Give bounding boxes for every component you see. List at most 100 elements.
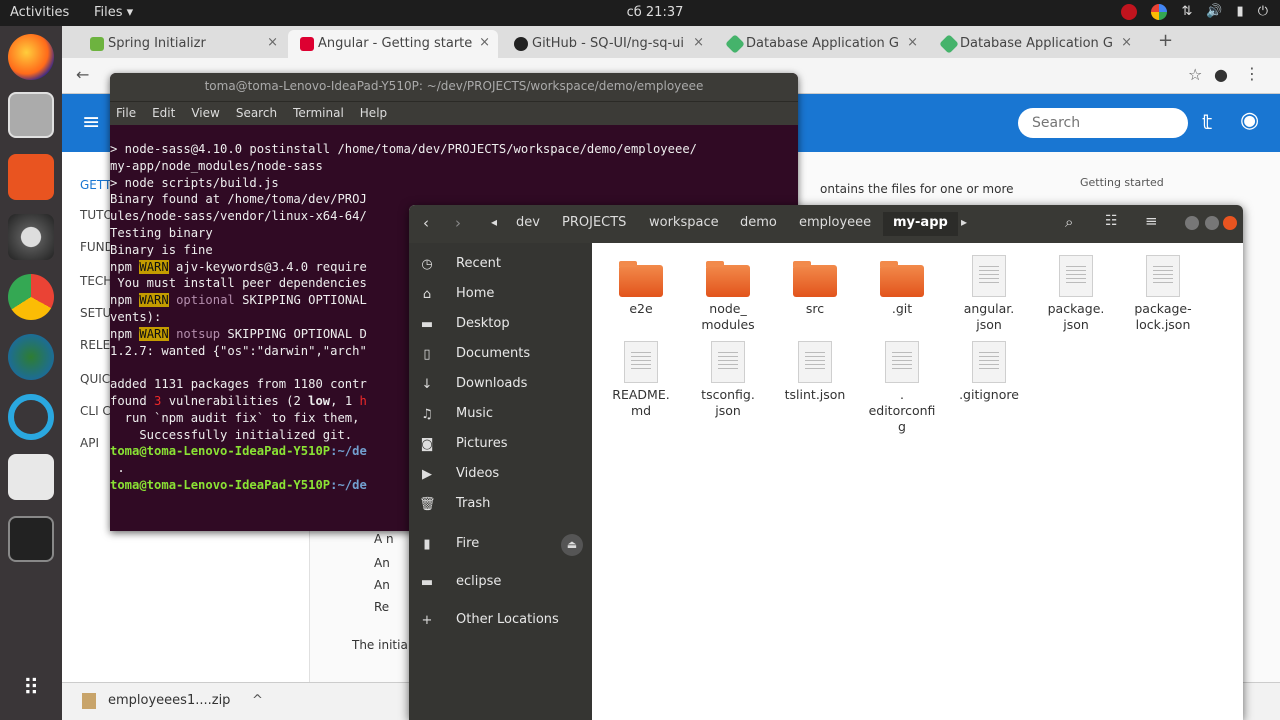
terminal-title[interactable]: toma@toma-Lenovo-IdeaPad-Y510P: ~/dev/PR…	[110, 73, 798, 101]
app-menu[interactable]: Files ▾	[94, 5, 133, 20]
sidenav-item[interactable]: GETT	[80, 178, 111, 192]
site-search-input[interactable]	[1018, 108, 1188, 138]
tab-spring[interactable]: Spring Initializr ×	[78, 30, 286, 58]
download-filename[interactable]: employeees1....zip	[108, 693, 230, 708]
search-icon[interactable]: ⌕	[1065, 213, 1073, 231]
breadcrumb-item[interactable]: employeee	[799, 212, 871, 236]
activities-button[interactable]: Activities	[10, 5, 69, 20]
sidenav-item[interactable]: TECH	[80, 274, 112, 288]
sidenav-item[interactable]: CLI C	[80, 404, 111, 418]
account-icon[interactable]: ●	[1214, 65, 1228, 84]
file-item[interactable]: . editorconfi g	[857, 341, 947, 435]
place-trash[interactable]: 🗑 Trash	[409, 491, 592, 519]
file-item[interactable]: package. json	[1031, 255, 1121, 333]
file-item[interactable]: .git	[857, 261, 947, 317]
menu-terminal[interactable]: Terminal	[293, 106, 344, 121]
close-icon[interactable]	[1223, 216, 1237, 230]
place-fire[interactable]: ▮ Fire ⏏	[409, 531, 592, 559]
npm-label: npm	[110, 326, 133, 341]
file-item[interactable]: .gitignore	[944, 341, 1034, 403]
file-item[interactable]: angular. json	[944, 255, 1034, 333]
hamburger-icon[interactable]: ≡	[82, 110, 100, 135]
file-item[interactable]: src	[770, 261, 860, 317]
view-toggle-icon[interactable]: ☷	[1105, 213, 1118, 229]
file-item[interactable]: node_ modules	[683, 261, 773, 333]
battery-icon[interactable]: ▮	[1237, 4, 1244, 20]
breadcrumb-item[interactable]: dev	[516, 212, 540, 236]
breadcrumb-current[interactable]: my-app	[883, 212, 958, 236]
github-icon[interactable]: ◉	[1240, 108, 1259, 133]
chrome-tray-icon[interactable]	[1151, 4, 1168, 20]
tab-github[interactable]: GitHub - SQ-UI/ng-sq-ui ×	[502, 30, 712, 58]
tab-database-2[interactable]: Database Application G ×	[930, 30, 1140, 58]
file-item[interactable]: tslint.json	[770, 341, 860, 403]
eject-icon[interactable]: ⏏	[561, 534, 583, 556]
sidenav-item[interactable]: RELE	[80, 338, 110, 352]
menu-view[interactable]: View	[191, 106, 219, 121]
maximize-icon[interactable]	[1205, 216, 1219, 230]
minimize-icon[interactable]	[1185, 216, 1199, 230]
bookmark-star-icon[interactable]: ☆	[1188, 65, 1202, 84]
place-music[interactable]: ♫ Music	[409, 401, 592, 429]
menu-help[interactable]: Help	[360, 106, 387, 121]
sidenav-item[interactable]: TUTO	[80, 208, 113, 222]
clock[interactable]: сб 21:37	[620, 5, 690, 20]
eclipse-icon[interactable]	[8, 394, 54, 440]
menu-file[interactable]: File	[116, 106, 136, 121]
download-caret[interactable]: ^	[252, 693, 263, 708]
menu-icon[interactable]: ≡	[1145, 212, 1158, 230]
files-icon[interactable]	[8, 92, 54, 138]
breadcrumb-item[interactable]: demo	[740, 212, 777, 236]
software-center-icon[interactable]	[8, 154, 54, 200]
close-icon[interactable]: ×	[1121, 35, 1132, 50]
scroll-right-icon[interactable]: ▸	[961, 215, 967, 229]
sidenav-item[interactable]: QUIC	[80, 372, 110, 386]
tab-database-1[interactable]: Database Application G ×	[716, 30, 926, 58]
menu-search[interactable]: Search	[236, 106, 277, 121]
file-item[interactable]: package- lock.json	[1118, 255, 1208, 333]
settings-icon[interactable]	[8, 214, 54, 260]
file-item[interactable]: README. md	[596, 341, 686, 419]
chrome-icon[interactable]	[8, 274, 54, 320]
sidenav-item[interactable]: FUND	[80, 240, 114, 254]
document-icon[interactable]	[8, 454, 54, 500]
twitter-icon[interactable]: 𝕥	[1202, 110, 1212, 134]
sidenav-item[interactable]: API	[80, 436, 99, 450]
close-icon[interactable]: ×	[267, 35, 278, 50]
place-recent[interactable]: ◷ Recent	[409, 251, 592, 279]
place-pictures[interactable]: ◙ Pictures	[409, 431, 592, 459]
new-tab-button[interactable]: +	[1158, 30, 1173, 51]
close-icon[interactable]: ×	[693, 35, 704, 50]
place-other-locations[interactable]: + Other Locations	[409, 607, 592, 635]
breadcrumb-item[interactable]: workspace	[649, 212, 719, 236]
power-icon[interactable]: ⏻	[1258, 4, 1268, 20]
place-videos[interactable]: ▶ Videos	[409, 461, 592, 489]
volume-icon[interactable]: 🔊	[1206, 4, 1222, 20]
system-tray[interactable]: ⇅ 🔊 ▮ ⏻	[1121, 4, 1268, 20]
forward-icon[interactable]: ›	[455, 214, 461, 232]
file-item[interactable]: e2e	[596, 261, 686, 317]
record-icon[interactable]	[1121, 4, 1138, 20]
back-icon[interactable]: ‹	[423, 214, 429, 232]
place-downloads[interactable]: ↓ Downloads	[409, 371, 592, 399]
place-desktop[interactable]: ▬ Desktop	[409, 311, 592, 339]
tab-angular[interactable]: Angular - Getting starte ×	[288, 30, 498, 58]
menu-edit[interactable]: Edit	[152, 106, 175, 121]
network-icon[interactable]: ⇅	[1181, 4, 1192, 20]
show-apps-icon[interactable]: ⠿	[8, 666, 54, 712]
firefox-icon[interactable]	[8, 34, 54, 80]
scroll-left-icon[interactable]: ◂	[491, 215, 497, 229]
close-icon[interactable]: ×	[479, 35, 490, 50]
place-home[interactable]: ⌂ Home	[409, 281, 592, 309]
menu-dots-icon[interactable]: ⋮	[1244, 64, 1260, 83]
globe-icon[interactable]	[8, 334, 54, 380]
back-icon[interactable]: ←	[76, 65, 89, 84]
close-icon[interactable]: ×	[907, 35, 918, 50]
breadcrumb-item[interactable]: PROJECTS	[562, 212, 626, 236]
terminal-icon[interactable]	[8, 516, 54, 562]
toc-title[interactable]: Getting started	[1080, 176, 1164, 189]
place-documents[interactable]: ▯ Documents	[409, 341, 592, 369]
sidenav-item[interactable]: SETU	[80, 306, 111, 320]
file-item[interactable]: tsconfig. json	[683, 341, 773, 419]
place-eclipse[interactable]: ▬ eclipse	[409, 569, 592, 597]
